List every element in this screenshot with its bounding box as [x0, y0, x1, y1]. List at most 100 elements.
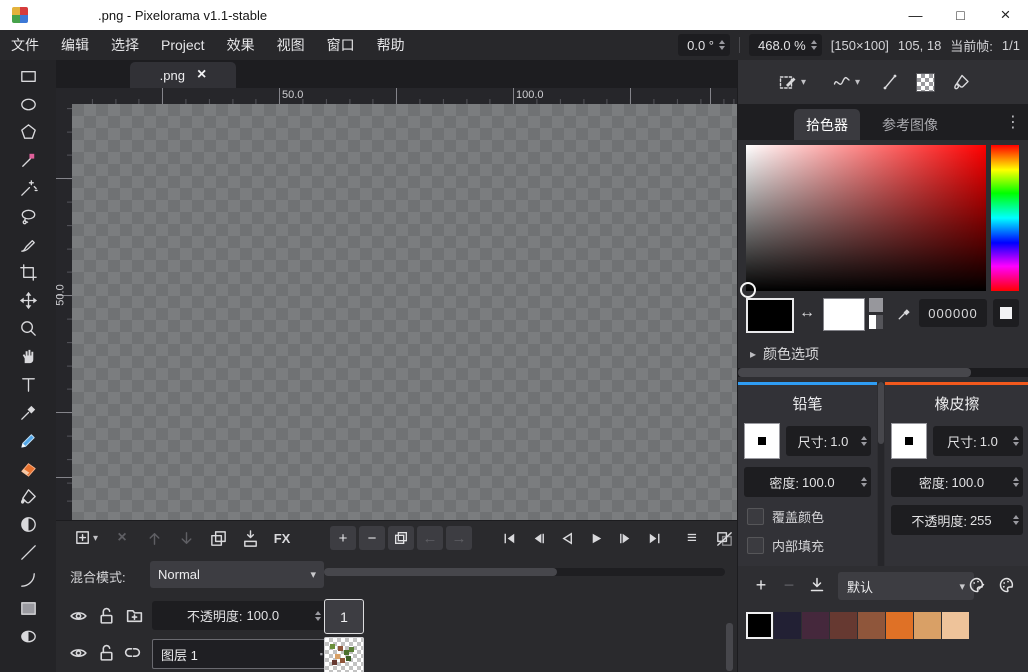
- eraser-brush-button[interactable]: [891, 423, 927, 459]
- move-frame-right-button[interactable]: →: [446, 526, 472, 550]
- move-layer-up-button[interactable]: [140, 525, 168, 551]
- eraser-size-spinbox[interactable]: 尺寸: 1.0: [933, 426, 1023, 456]
- opacity-spinner[interactable]: [315, 611, 321, 621]
- clone-layer-button[interactable]: [204, 525, 232, 551]
- menu-window[interactable]: 窗口: [316, 30, 366, 60]
- add-palette-button[interactable]: +: [748, 572, 774, 598]
- transparency-checker-button[interactable]: [916, 69, 935, 95]
- tool-curve[interactable]: [6, 567, 50, 593]
- wave-mode-dropdown[interactable]: ▾: [832, 69, 860, 95]
- secondary-color-swatch[interactable]: [823, 298, 865, 331]
- tool-pan[interactable]: [6, 343, 50, 369]
- vertical-ruler[interactable]: 50.0: [56, 104, 72, 520]
- clone-frame-button[interactable]: [388, 526, 414, 550]
- bucket-fill-button[interactable]: [952, 69, 972, 95]
- panel-menu-kebab-icon[interactable]: ⋮: [1005, 112, 1021, 132]
- palette-swatch-1[interactable]: [774, 612, 801, 639]
- menu-help[interactable]: 帮助: [366, 30, 416, 60]
- tab-color-picker[interactable]: 拾色器: [794, 109, 860, 140]
- rotation-spinner[interactable]: [719, 40, 725, 50]
- cel-thumbnail[interactable]: [324, 637, 364, 672]
- timeline-horizontal-scrollbar[interactable]: [324, 568, 725, 576]
- tool-zoom[interactable]: [6, 315, 50, 341]
- eraser-opacity-spinbox[interactable]: 不透明度: 255: [891, 505, 1023, 535]
- edit-palette-button[interactable]: [964, 572, 990, 598]
- horizontal-ruler[interactable]: 50.0 100.0: [72, 88, 737, 104]
- move-layer-down-button[interactable]: [172, 525, 200, 551]
- menu-effects[interactable]: 效果: [216, 30, 266, 60]
- reset-default-colors-button[interactable]: [869, 298, 886, 329]
- tool-crop[interactable]: [6, 259, 50, 285]
- tool-lasso[interactable]: [6, 203, 50, 229]
- palette-swatch-3[interactable]: [830, 612, 857, 639]
- hue-slider[interactable]: [991, 145, 1019, 291]
- density-spinner[interactable]: [861, 477, 867, 487]
- tool-magic-wand[interactable]: [6, 175, 50, 201]
- layer-visibility-button[interactable]: [64, 602, 92, 628]
- fill-inside-checkbox[interactable]: [747, 537, 764, 554]
- menu-edit[interactable]: 编辑: [50, 30, 100, 60]
- palette-swatch-5[interactable]: [886, 612, 913, 639]
- layer-opacity-spinbox[interactable]: 不透明度: 100.0: [152, 601, 326, 630]
- move-frame-left-button[interactable]: ←: [417, 526, 443, 550]
- opacity-spinner[interactable]: [1013, 515, 1019, 525]
- zoom-spinner[interactable]: [811, 40, 817, 50]
- eyedropper-button[interactable]: [892, 300, 916, 326]
- scrollbar-thumb[interactable]: [738, 368, 971, 377]
- menu-select[interactable]: 选择: [100, 30, 150, 60]
- tool-elliptical-selection[interactable]: [6, 91, 50, 117]
- tool-ellipse[interactable]: [6, 623, 50, 649]
- timeline-settings-button[interactable]: ≡: [678, 525, 706, 551]
- layer1-lock-button[interactable]: [92, 639, 120, 665]
- drawing-canvas[interactable]: [72, 104, 737, 520]
- tool-polygonal-selection[interactable]: [6, 119, 50, 145]
- scrollbar-thumb[interactable]: [726, 623, 733, 671]
- tab-close-icon[interactable]: ×: [197, 67, 206, 83]
- size-spinner[interactable]: [861, 436, 867, 446]
- tool-text[interactable]: [6, 371, 50, 397]
- onion-skinning-button[interactable]: [710, 525, 738, 551]
- new-layer-group-button[interactable]: [120, 602, 148, 628]
- pencil-density-spinbox[interactable]: 密度: 100.0: [744, 467, 871, 497]
- timeline-vertical-scrollbar[interactable]: [726, 623, 733, 671]
- scrollbar-thumb[interactable]: [878, 382, 884, 444]
- menu-file[interactable]: 文件: [0, 30, 50, 60]
- tool-bucket[interactable]: [6, 483, 50, 509]
- color-options-expander[interactable]: ▸ 颜色选项: [750, 344, 819, 364]
- add-layer-button[interactable]: ▾: [68, 525, 104, 551]
- layer-lock-button[interactable]: [92, 602, 120, 628]
- hex-color-input[interactable]: 000000: [919, 299, 987, 327]
- tool-select-by-color[interactable]: [6, 147, 50, 173]
- remove-frame-button[interactable]: −: [359, 526, 385, 550]
- color-selection-ring[interactable]: [740, 282, 756, 298]
- add-frame-button[interactable]: +: [330, 526, 356, 550]
- menu-view[interactable]: 视图: [266, 30, 316, 60]
- pencil-brush-button[interactable]: [744, 423, 780, 459]
- close-button[interactable]: ×: [983, 0, 1028, 30]
- merge-down-button[interactable]: [236, 525, 264, 551]
- overwrite-color-checkbox[interactable]: [747, 508, 764, 525]
- next-frame-button[interactable]: [612, 526, 639, 550]
- go-to-last-frame-button[interactable]: [641, 526, 668, 550]
- remove-layer-button[interactable]: ×: [108, 525, 136, 551]
- saturation-value-picker[interactable]: [746, 145, 986, 291]
- palette-swatch-2[interactable]: [802, 612, 829, 639]
- tool-shading[interactable]: [6, 511, 50, 537]
- color-mode-button[interactable]: [993, 299, 1019, 327]
- go-to-first-frame-button[interactable]: [496, 526, 523, 550]
- tool-pencil[interactable]: [6, 427, 50, 453]
- dynamics-button[interactable]: [880, 69, 900, 95]
- zoom-spinbox[interactable]: 468.0 %: [749, 34, 822, 56]
- tool-eraser[interactable]: [6, 455, 50, 481]
- palette-swatch-6[interactable]: [914, 612, 941, 639]
- palette-swatch-0[interactable]: [746, 612, 773, 639]
- palette-swatch-7[interactable]: [942, 612, 969, 639]
- primary-color-swatch[interactable]: [746, 298, 794, 333]
- layer1-visibility-button[interactable]: [64, 639, 92, 665]
- eraser-density-spinbox[interactable]: 密度: 100.0: [891, 467, 1023, 497]
- tool-rectangular-selection[interactable]: [6, 63, 50, 89]
- previous-frame-button[interactable]: [525, 526, 552, 550]
- maximize-button[interactable]: □: [938, 0, 983, 30]
- pencil-size-spinbox[interactable]: 尺寸: 1.0: [786, 426, 871, 456]
- menu-project[interactable]: Project: [150, 30, 216, 60]
